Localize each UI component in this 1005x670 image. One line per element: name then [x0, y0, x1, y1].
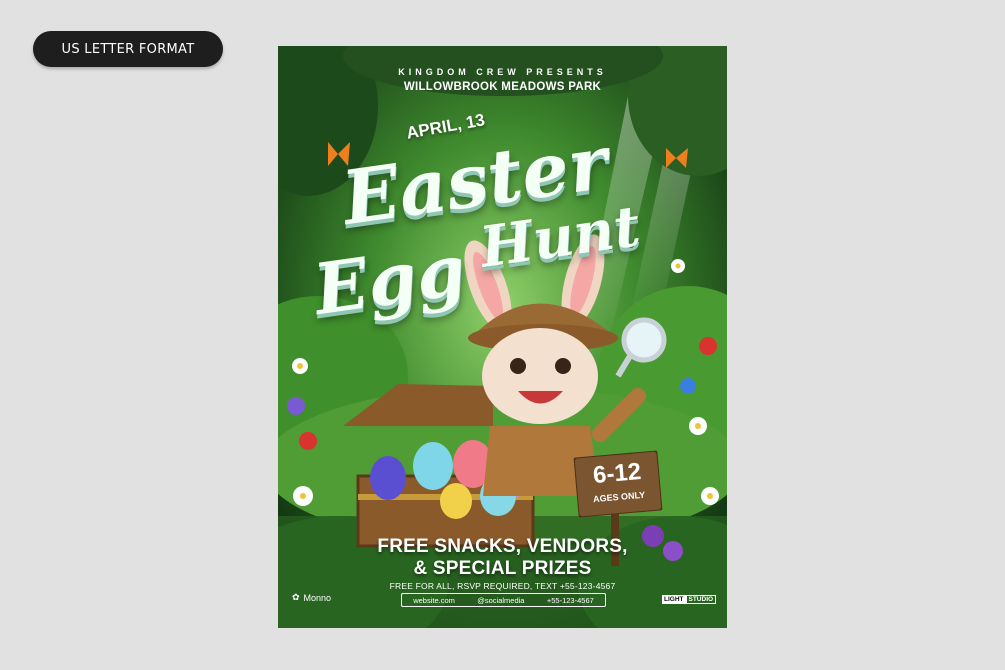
brand-logo-right: LIGHT STUDIO	[662, 595, 717, 604]
phone-text: +55-123-4567	[546, 595, 594, 605]
brand-right-part-b: STUDIO	[685, 595, 717, 604]
brand-logo-left: ✿ Monno	[292, 592, 331, 603]
flower-blue	[680, 378, 696, 394]
flower-red	[299, 432, 317, 450]
easter-egg	[440, 483, 472, 519]
headline-line-2: & SPECIAL PRIZES	[413, 558, 592, 579]
flower-white	[671, 259, 685, 273]
venue-name: WILLOWBROOK MEADOWS PARK	[403, 81, 602, 93]
flower-logo-icon: ✿	[292, 592, 300, 602]
headline-line-1: FREE SNACKS, VENDORS,	[377, 536, 628, 557]
contact-bar: website.com @socialmedia +55-123-4567	[401, 593, 606, 607]
website-text: website.com	[413, 595, 455, 605]
brand-left-name: Monno	[303, 592, 332, 603]
age-sign: 6-12 AGES ONLY	[573, 450, 663, 518]
flower-white	[293, 486, 313, 506]
brand-right-part-a: LIGHT	[662, 595, 686, 604]
format-badge: US LETTER FORMAT	[33, 31, 223, 67]
flower-red	[699, 337, 717, 355]
flower-purple	[287, 397, 305, 415]
flyer-poster: KINGDOM CREW PRESENTS WILLOWBROOK MEADOW…	[278, 46, 727, 628]
social-text: @socialmedia	[477, 595, 525, 605]
easter-egg	[413, 442, 453, 490]
details-line: FREE FOR ALL, RSVP REQUIRED, TEXT +55-12…	[389, 581, 616, 591]
presenter-line: KINGDOM CREW PRESENTS	[398, 67, 607, 77]
flower-white	[689, 417, 707, 435]
flower-white	[701, 487, 719, 505]
easter-egg	[370, 456, 406, 500]
flower-white	[292, 358, 308, 374]
